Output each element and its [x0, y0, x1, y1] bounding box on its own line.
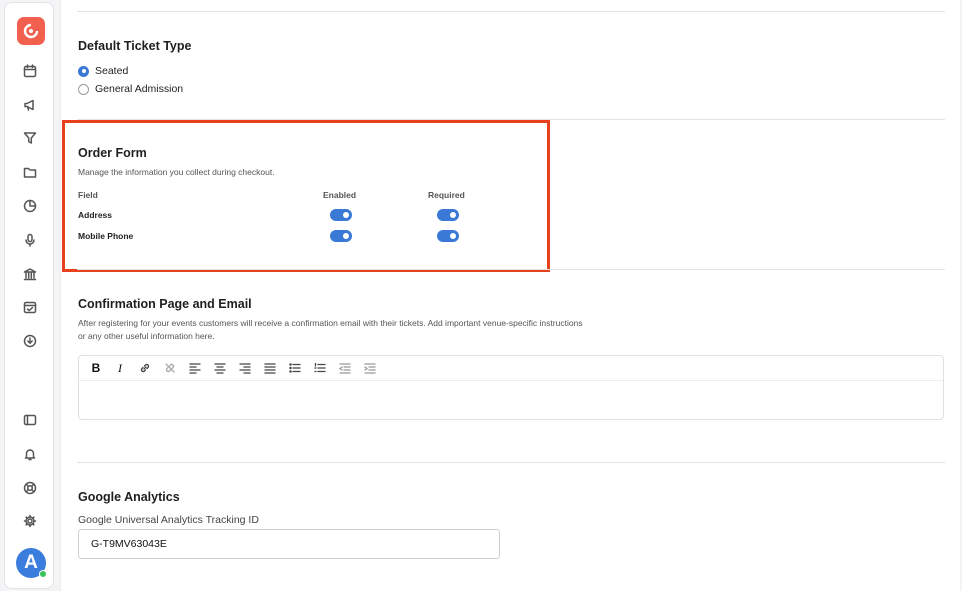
link-icon: [140, 363, 150, 373]
confirmation-title: Confirmation Page and Email: [78, 297, 252, 311]
folder-icon[interactable]: [22, 164, 38, 180]
editor-toolbar: B I: [79, 356, 943, 381]
bell-icon[interactable]: [22, 446, 38, 462]
microphone-icon[interactable]: [22, 232, 38, 248]
divider: [77, 11, 945, 12]
indent-button[interactable]: [363, 361, 377, 375]
avatar-initial: A: [24, 552, 38, 573]
italic-label: I: [118, 361, 122, 375]
megaphone-icon[interactable]: [22, 97, 38, 113]
rich-text-editor[interactable]: B I: [78, 355, 944, 420]
ticket-type-title: Default Ticket Type: [78, 39, 192, 53]
tracking-id-label: Google Universal Analytics Tracking ID: [78, 514, 259, 526]
radio-label: Seated: [95, 65, 129, 77]
divider: [77, 269, 945, 270]
confirmation-description-line2: or any other useful information here.: [78, 331, 215, 341]
radio-button-checked[interactable]: [78, 65, 89, 77]
main-content: Default Ticket Type Seated General Admis…: [60, 0, 960, 591]
bank-icon[interactable]: [22, 266, 38, 282]
panel-icon[interactable]: [22, 412, 38, 428]
calendar-check-icon[interactable]: [22, 299, 38, 315]
italic-button[interactable]: I: [113, 361, 127, 375]
divider: [77, 462, 945, 463]
link-button[interactable]: [138, 361, 152, 375]
download-icon[interactable]: [22, 333, 38, 349]
radio-seated[interactable]: Seated: [78, 65, 128, 77]
align-right-button[interactable]: [238, 361, 252, 375]
bullet-list-icon: [289, 363, 301, 373]
bold-label: B: [91, 361, 101, 375]
sidebar: A: [4, 2, 54, 589]
radio-label: General Admission: [95, 83, 184, 95]
numbered-list-button[interactable]: [313, 361, 327, 375]
bold-button[interactable]: B: [89, 361, 103, 375]
indent-icon: [364, 363, 376, 374]
align-justify-button[interactable]: [263, 361, 277, 375]
tracking-id-input[interactable]: [78, 529, 500, 559]
pie-chart-icon[interactable]: [22, 198, 38, 214]
analytics-title: Google Analytics: [78, 490, 180, 504]
lifebuoy-icon[interactable]: [22, 480, 38, 496]
editor-content[interactable]: [89, 386, 933, 413]
unlink-button[interactable]: [163, 361, 177, 375]
brand-logo-icon[interactable]: [17, 17, 45, 45]
align-center-icon: [214, 363, 226, 374]
numbered-list-icon: [314, 362, 326, 373]
align-center-button[interactable]: [213, 361, 227, 375]
calendar-icon[interactable]: [22, 63, 38, 79]
align-left-button[interactable]: [188, 361, 202, 375]
confirmation-description-line1: After registering for your events custom…: [78, 318, 583, 328]
radio-general-admission[interactable]: General Admission: [78, 83, 183, 95]
gear-icon[interactable]: [22, 513, 38, 529]
bullet-list-button[interactable]: [288, 361, 302, 375]
avatar[interactable]: A: [16, 548, 47, 578]
align-right-icon: [239, 363, 251, 374]
outdent-button[interactable]: [338, 361, 352, 375]
order-form-highlight-box: [62, 120, 550, 272]
filter-icon[interactable]: [22, 130, 38, 146]
outdent-icon: [339, 363, 351, 374]
align-left-icon: [189, 363, 201, 374]
unlink-icon: [165, 363, 175, 373]
radio-button[interactable]: [78, 83, 89, 95]
align-justify-icon: [264, 363, 276, 374]
online-status-indicator: [39, 570, 47, 578]
